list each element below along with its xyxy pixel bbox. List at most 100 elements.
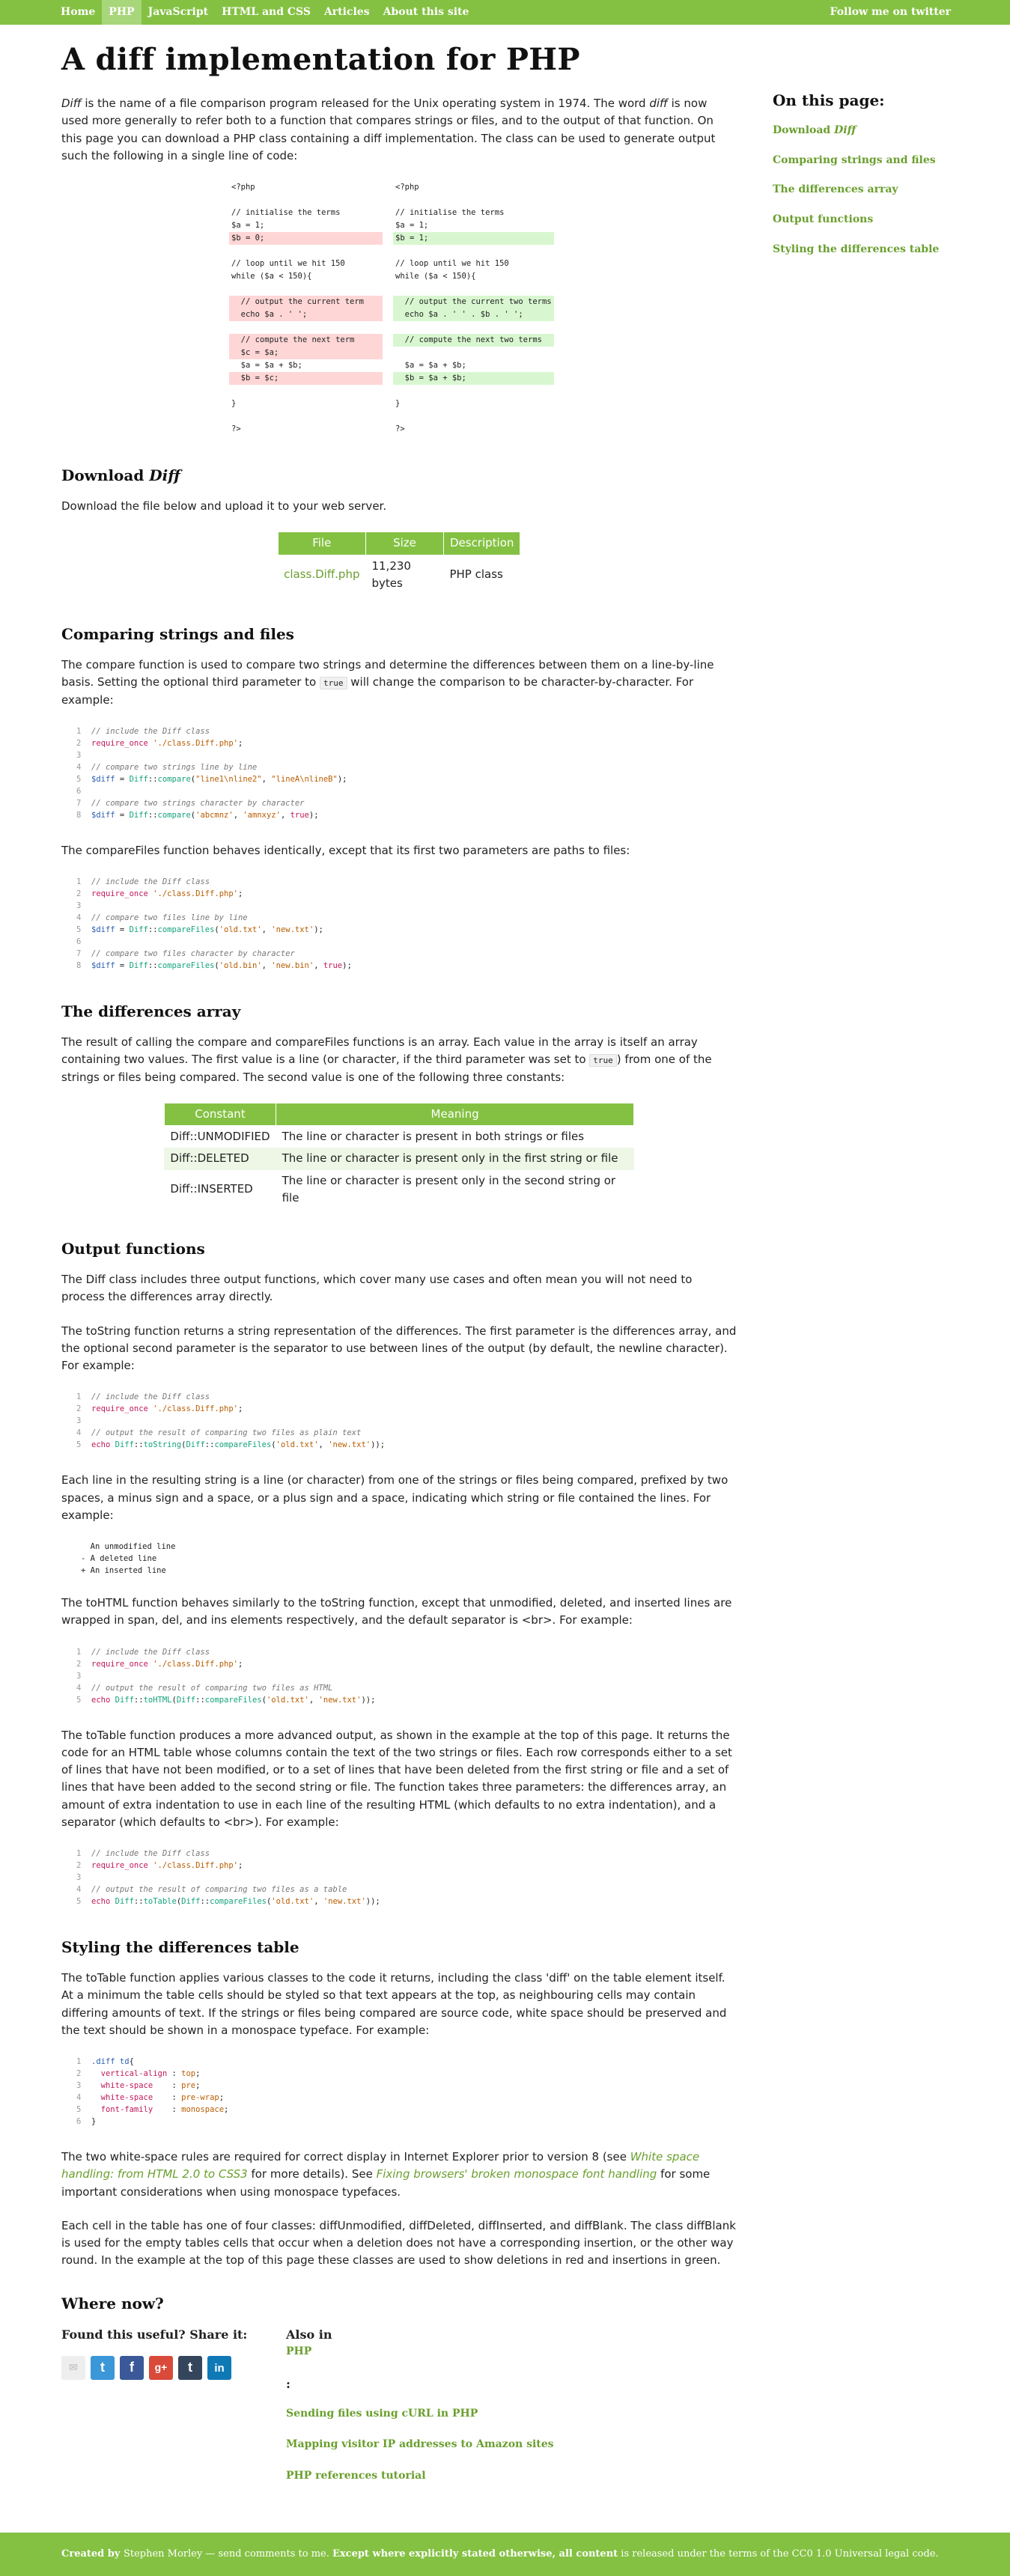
diff-right-cell: // output the current two terms [393,296,554,308]
toc-link-differences-array[interactable]: The differences array [773,182,967,198]
diff-gap-cell [383,359,393,372]
top-nav: Home PHP JavaScript HTML and CSS Article… [0,0,1010,25]
twitter-icon[interactable]: t [91,2356,115,2381]
nav-html-css[interactable]: HTML and CSS [215,0,317,25]
diff-right-cell: } [395,399,401,408]
diff-left-cell [229,321,383,334]
constant-name: Diff::DELETED [164,1148,276,1170]
share-section: Found this useful? Share it: ✉ t f g+ t … [61,2326,286,2500]
toc-link-styling[interactable]: Styling the differences table [773,242,967,258]
diff-left-cell: while ($a < 150){ [231,272,312,281]
facebook-icon[interactable]: f [120,2356,144,2381]
diff-right-cell: $b = $a + $b; [393,372,554,385]
where-now-section: Found this useful? Share it: ✉ t f g+ t … [61,2326,737,2500]
footer-created-by: Created by [61,2548,124,2560]
related-link-curl[interactable]: Sending files using cURL in PHP [286,2406,554,2423]
tumblr-icon[interactable]: t [178,2356,202,2381]
download-table: File Size Description class.Diff.php 11,… [277,532,521,594]
email-icon[interactable]: ✉ [61,2356,85,2381]
diff-right-cell [393,283,554,296]
heading-where-now: Where now? [61,2294,164,2312]
nav-javascript[interactable]: JavaScript [142,0,216,25]
nav-articles[interactable]: Articles [317,0,377,25]
nav-follow-twitter[interactable]: Follow me on twitter [824,0,958,25]
diff-demo-row [229,385,554,398]
share-heading: Found this useful? Share it: [61,2327,248,2342]
sidebar: On this page: Download Diff Comparing st… [773,25,967,2500]
linkedin-icon[interactable]: in [207,2356,231,2381]
toc-link-download-text: Download [773,124,835,136]
footer-license-link[interactable]: CC0 1.0 Universal legal code. [792,2548,939,2560]
download-col-file: File [277,532,366,555]
nav-php[interactable]: PHP [102,0,142,25]
diff-gap-cell [383,423,393,436]
constants-table: Constant Meaning Diff::UNMODIFIED The li… [163,1102,635,1209]
footer: Created by Stephen Morley — send comment… [0,2532,1010,2576]
diff-right-cell [393,385,554,398]
toc-heading: On this page: [773,91,885,109]
footer-author-link[interactable]: Stephen Morley [124,2548,202,2560]
related-link-references[interactable]: PHP references tutorial [286,2468,554,2485]
diff-demo-row: $b = $c; $b = $a + $b; [229,372,554,385]
diff-left-cell: // initialise the terms [231,208,341,217]
constant-meaning: The line or character is present only in… [276,1148,634,1170]
output-paragraph-5: The toTable function produces a more adv… [61,1728,732,1829]
constants-col-meaning: Meaning [276,1102,635,1127]
styling-p2-a: The two white-space rules are required f… [61,2150,630,2164]
toc-link-comparing[interactable]: Comparing strings and files [773,153,967,169]
share-icons: ✉ t f g+ t in [61,2356,286,2381]
toc-link-download[interactable]: Download Diff [773,123,967,139]
nav-about[interactable]: About this site [377,0,476,25]
constant-meaning: The line or character is present only in… [282,1173,616,1205]
diff-left-cell: <?php [231,183,255,192]
diff-right-cell: // compute the next two terms [393,334,554,347]
constant-meaning: The line or character is present in both… [282,1130,585,1143]
compare-p1-code: true [320,677,347,690]
code-block-compare-files: 1// include the Diff class 2 require_once… [76,877,352,970]
diff-demo-row: $a = $a + $b; $a = $a + $b; [229,359,554,372]
also-in-colon: : [286,2376,290,2391]
footer-text: Created by Stephen Morley — send comment… [61,2547,939,2562]
diff-left-cell: $a = 1; [231,221,265,230]
nav-home[interactable]: Home [54,0,102,25]
diff-gap-cell [383,321,393,334]
diff-gap-cell [383,258,393,270]
diff-left-cell: } [231,399,237,408]
diff-demo-row: // loop until we hit 150 // loop until we… [229,258,554,270]
diff-gap-cell [383,385,393,398]
google-plus-icon[interactable]: g+ [149,2356,173,2381]
heading-download: Download Diff [61,464,737,487]
diff-right-cell [393,194,554,207]
diff-demo-row: echo $a . ' '; echo $a . ' ' . $b . ' '; [229,308,554,321]
output-paragraph-3: Each line in the resulting string is a l… [61,1473,728,1522]
output-paragraph-2: The toString function returns a string r… [61,1324,737,1373]
link-monospace-font-handling[interactable]: Fixing browsers' broken monospace font h… [377,2167,657,2181]
diff-demo-row: ?> ?> [229,423,554,436]
diff-gap-cell [383,372,393,385]
diff-right-cell [393,245,554,258]
array-p-code: true [589,1054,617,1068]
also-in-section: Also in PHP: Sending files using cURL in… [286,2326,554,2500]
diff-demo-row: <?php <?php [229,181,554,194]
intro-text-1: is the name of a file comparison program… [81,97,650,110]
download-col-description: Description [442,532,521,555]
diff-gap-cell [383,232,393,245]
toc-link-output-functions[interactable]: Output functions [773,212,967,228]
download-file-link[interactable]: class.Diff.php [278,555,365,594]
diff-right-cell: echo $a . ' ' . $b . ' '; [393,308,554,321]
diff-gap-cell [383,296,393,308]
heading-output-functions: Output functions [61,1240,205,1258]
also-in-php-link[interactable]: PHP [286,2344,554,2360]
diff-gap-cell [383,245,393,258]
code-block-tohtml: 1// include the Diff class 2 require_once… [76,1647,376,1705]
diff-left-cell [229,245,383,258]
heading-download-text: Download [61,466,150,484]
intro-paragraph: Diff is the name of a file comparison pr… [61,95,737,165]
intro-em-2: diff [649,97,668,110]
diff-left-cell: $b = $c; [229,372,383,385]
related-link-ip-amazon[interactable]: Mapping visitor IP addresses to Amazon s… [286,2437,554,2453]
diff-left-cell: ?> [231,424,241,433]
diff-demo-row [229,410,554,423]
heading-download-em: Diff [149,466,180,484]
diff-left-cell: $b = 0; [229,232,383,245]
